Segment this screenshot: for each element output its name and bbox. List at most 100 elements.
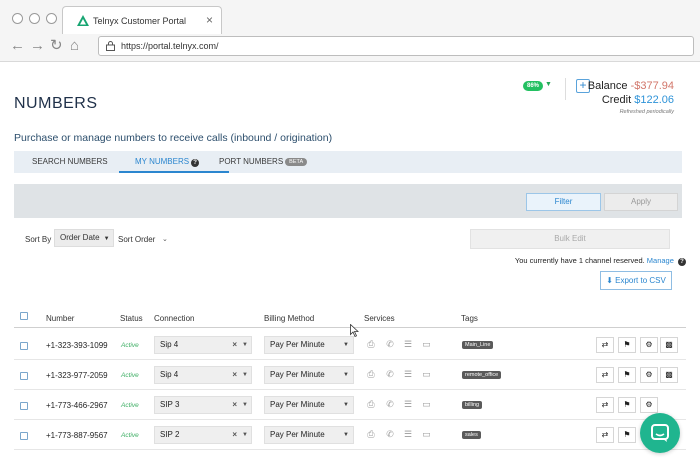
connection-select[interactable]: Sip 4 × ▼ [154,336,252,354]
trash-icon[interactable]: ▩ [660,337,678,353]
chevron-down-icon: ▼ [242,402,248,408]
page-title: NUMBERS [14,95,98,112]
row-checkbox[interactable] [20,402,28,410]
window-close-dot[interactable] [12,13,23,24]
tag-icon[interactable]: ⚑ [618,397,636,413]
select-all-checkbox[interactable] [20,312,28,320]
phone-icon[interactable]: ✆ [385,429,395,439]
chevron-down-icon: ▼ [343,342,349,348]
phone-number[interactable]: +1-323-977-2059 [46,371,108,380]
fax-icon[interactable]: ⎙ [366,369,376,379]
tab-close-icon[interactable]: × [206,13,213,27]
row-checkbox[interactable] [20,372,28,380]
sort-by-label: Sort By [25,235,52,244]
clear-icon[interactable]: × [232,427,237,443]
browser-tab[interactable]: Telnyx Customer Portal × [62,6,222,34]
window-maximize-dot[interactable] [46,13,57,24]
gear-icon[interactable]: ⚙ [640,367,658,383]
sort-order-label: Sort Order [118,235,156,244]
row-checkbox[interactable] [20,432,28,440]
manage-link[interactable]: Manage [647,256,674,265]
trash-icon[interactable]: ▩ [660,367,678,383]
export-csv-button[interactable]: ⬇ Export to CSV [600,271,672,290]
tag-icon[interactable]: ⚑ [618,337,636,353]
billing-method-select[interactable]: Pay Per Minute ▼ [264,396,354,414]
column-header-number[interactable]: Number [46,314,74,323]
clear-icon[interactable]: × [232,367,237,383]
table-row: +1-773-887-9567 Active SIP 2 × ▼ Pay Per M… [14,420,686,450]
help-icon[interactable]: ? [191,159,200,167]
filter-button[interactable]: Filter [526,193,601,211]
chevron-down-icon: ▼ [242,342,248,348]
telnyx-logo-icon [77,15,89,26]
transfer-icon[interactable]: ⇄ [596,367,614,383]
phone-icon[interactable]: ✆ [385,369,395,379]
row-checkbox[interactable] [20,342,28,350]
apply-button[interactable]: Apply [604,193,678,211]
billing-method-select[interactable]: Pay Per Minute ▼ [264,366,354,384]
tag-icon[interactable]: ⚑ [618,427,636,443]
id-card-icon[interactable]: ▭ [420,339,433,349]
gear-icon[interactable]: ⚙ [640,337,658,353]
home-icon[interactable]: ⌂ [70,38,79,54]
id-card-icon[interactable]: ▭ [420,369,433,379]
fax-icon[interactable]: ⎙ [366,429,376,439]
phone-icon[interactable]: ✆ [385,399,395,409]
credit-row: Credit $122.06 [602,94,674,106]
tag-chip[interactable]: Main_Line [462,341,494,349]
bulk-edit-button[interactable]: Bulk Edit [470,229,670,249]
chevron-down-icon: ▼ [343,372,349,378]
gear-icon[interactable]: ⚙ [640,397,658,413]
column-header-billing[interactable]: Billing Method [264,314,314,323]
reload-icon[interactable]: ↻ [50,38,63,54]
chevron-down-icon: ▼ [343,432,349,438]
window-minimize-dot[interactable] [29,13,40,24]
transfer-icon[interactable]: ⇄ [596,427,614,443]
billing-method-select[interactable]: Pay Per Minute ▼ [264,336,354,354]
chevron-down-icon[interactable]: ▼ [545,81,552,88]
connection-select[interactable]: Sip 4 × ▼ [154,366,252,384]
page-content: NUMBERS 86% ▼ + Balance -$377.94 Credit … [0,62,700,467]
phone-number[interactable]: +1-323-393-1099 [46,341,108,350]
download-icon: ⬇ [606,276,613,285]
billing-method-select[interactable]: Pay Per Minute ▼ [264,426,354,444]
fax-icon[interactable]: ⎙ [366,339,376,349]
tag-chip[interactable]: remote_office [462,371,502,379]
url-text: https://portal.telnyx.com/ [121,41,219,51]
sort-order-chevron-icon[interactable]: ⌄ [162,235,168,243]
connection-select[interactable]: SIP 3 × ▼ [154,396,252,414]
database-icon[interactable]: ☰ [403,369,413,379]
back-arrow-icon[interactable]: ← [10,38,25,54]
database-icon[interactable]: ☰ [403,429,413,439]
tab-search-numbers[interactable]: SEARCH NUMBERS [32,157,108,166]
phone-number[interactable]: +1-773-887-9567 [46,431,108,440]
tag-chip[interactable]: sales [462,431,481,439]
tag-icon[interactable]: ⚑ [618,367,636,383]
url-bar[interactable]: https://portal.telnyx.com/ [98,36,694,56]
tab-port-numbers[interactable]: PORT NUMBERS BETA [219,157,308,166]
transfer-icon[interactable]: ⇄ [596,397,614,413]
id-card-icon[interactable]: ▭ [420,429,433,439]
credit-value: $122.06 [634,94,674,106]
database-icon[interactable]: ☰ [403,339,413,349]
column-header-status[interactable]: Status [120,314,143,323]
id-card-icon[interactable]: ▭ [420,399,433,409]
forward-arrow-icon[interactable]: → [30,38,45,54]
fax-icon[interactable]: ⎙ [366,399,376,409]
tag-chip[interactable]: billing [462,401,483,409]
database-icon[interactable]: ☰ [403,399,413,409]
tab-my-numbers[interactable]: MY NUMBERS? [135,157,200,167]
connection-select[interactable]: SIP 2 × ▼ [154,426,252,444]
help-icon[interactable]: ? [678,258,686,266]
transfer-icon[interactable]: ⇄ [596,337,614,353]
phone-icon[interactable]: ✆ [385,339,395,349]
balance-row: Balance -$377.94 [588,80,674,92]
sort-by-select[interactable]: Order Date ▼ [54,229,114,247]
clear-icon[interactable]: × [232,397,237,413]
column-header-connection[interactable]: Connection [154,314,194,323]
phone-number[interactable]: +1-773-466-2967 [46,401,108,410]
chat-launcher-button[interactable] [640,413,680,453]
clear-icon[interactable]: × [232,337,237,353]
percent-badge[interactable]: 86% [523,81,543,91]
column-header-tags: Tags [461,314,478,323]
